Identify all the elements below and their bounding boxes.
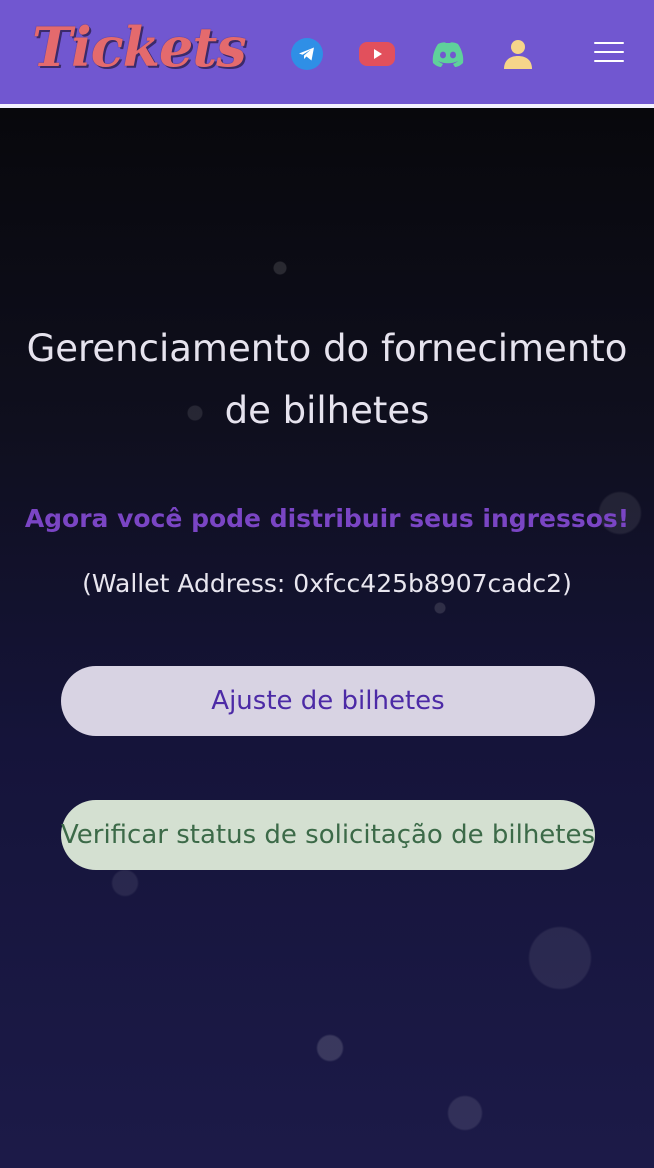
wallet-address: (Wallet Address: 0xfcc425b8907cadc2) — [82, 569, 572, 598]
page-title: Gerenciamento do fornecimento de bilhete… — [26, 327, 628, 432]
verify-request-status-button[interactable]: Verificar status de solicitação de bilhe… — [61, 800, 595, 870]
user-icon[interactable] — [500, 36, 536, 72]
adjust-tickets-button[interactable]: Ajuste de bilhetes — [61, 666, 595, 736]
hero-section — [0, 108, 654, 1168]
discord-icon[interactable] — [430, 36, 466, 72]
menu-icon[interactable] — [594, 40, 626, 66]
top-navbar: Tickets — [0, 0, 654, 108]
youtube-icon[interactable] — [359, 36, 395, 72]
status-message: Agora você pode distribuir seus ingresso… — [24, 504, 630, 533]
telegram-icon[interactable] — [289, 36, 325, 72]
logo[interactable]: Tickets — [32, 20, 247, 74]
